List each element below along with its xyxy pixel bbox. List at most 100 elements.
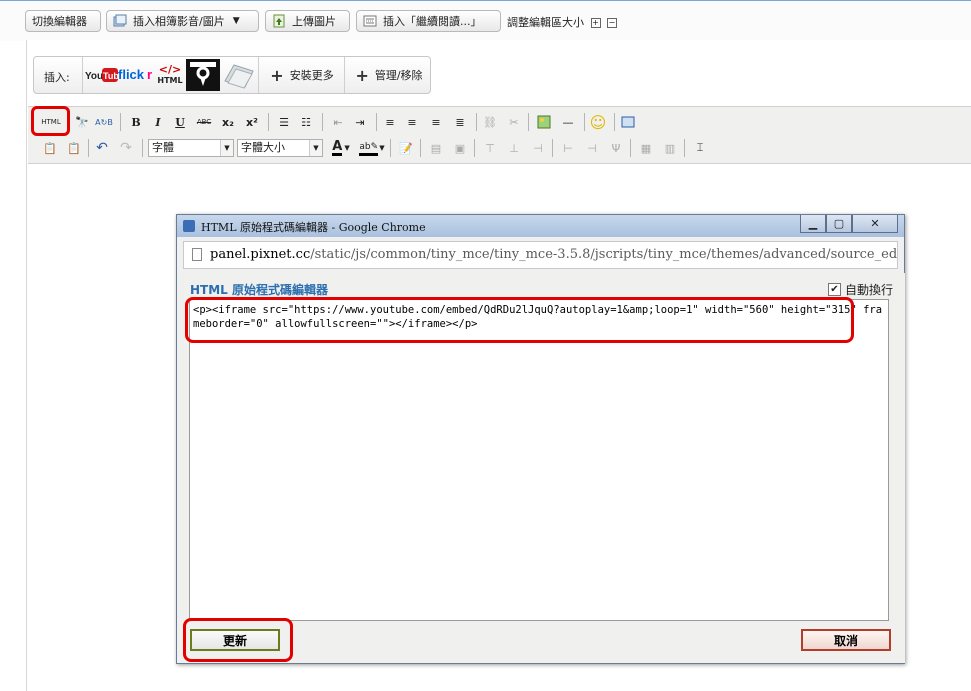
italic-button[interactable]: I [148, 112, 168, 132]
html-button-highlight [31, 106, 70, 136]
divider [474, 139, 475, 157]
emoticon-button[interactable]: ☺ [588, 112, 608, 132]
undo-icon: ↶ [96, 140, 108, 156]
merge-cells-button[interactable]: ▥ [660, 138, 680, 158]
undo-button[interactable]: ↶ [92, 138, 112, 158]
numbered-list-button[interactable]: ☰ [274, 112, 294, 132]
insert-image-button[interactable] [534, 112, 554, 132]
table-row-props-button[interactable]: ▤ [426, 138, 446, 158]
paste-word-button[interactable]: 📋 [64, 138, 84, 158]
table-cell-props-button[interactable]: ▣ [450, 138, 470, 158]
chrome-icon [183, 220, 195, 232]
fullscreen-button[interactable] [618, 112, 638, 132]
delete-row-icon: ⊣ [533, 141, 543, 155]
divider [268, 113, 269, 131]
close-icon[interactable]: ✕ [852, 215, 898, 233]
paste-text-button[interactable]: 📋 [40, 138, 60, 158]
insert-read-more-button[interactable]: 插入「繼續閱讀...」 [356, 10, 501, 32]
divider [142, 139, 143, 157]
upload-image-button[interactable]: 上傳圖片 [265, 10, 350, 32]
highlight-color-button[interactable]: ab✎ ▼ [358, 138, 386, 158]
word-wrap-checkbox[interactable]: ✔ [827, 283, 841, 296]
upload-icon [272, 14, 286, 28]
replace-button[interactable]: A↻B [94, 112, 114, 132]
expand-icon[interactable]: + [590, 18, 601, 28]
subscript-button[interactable]: x₂ [218, 112, 238, 132]
insert-read-more-label: 插入「繼續閱讀...」 [383, 15, 482, 28]
underline-button[interactable]: U [170, 112, 190, 132]
indent-button[interactable]: ⇥ [350, 112, 370, 132]
maximize-icon[interactable]: ▢ [826, 215, 852, 233]
editor-left-border [26, 40, 27, 691]
insert-row-before-button[interactable]: ⊤ [480, 138, 500, 158]
find-button[interactable]: 🔭 [72, 112, 92, 132]
minimize-icon[interactable]: ▁ [800, 215, 826, 233]
replace-icon: A↻B [95, 117, 113, 127]
cancel-label: 取消 [833, 633, 858, 648]
superscript-button[interactable]: x² [242, 112, 262, 132]
strikethrough-button[interactable]: ABC [194, 112, 214, 132]
redo-button[interactable]: ↷ [116, 138, 136, 158]
insert-label: 插入: [44, 71, 70, 84]
align-left-button[interactable]: ≡ [380, 112, 400, 132]
bold-button[interactable]: B [126, 112, 146, 132]
youtube-plugin-button[interactable]: You Tube [84, 59, 118, 91]
divider [420, 139, 421, 157]
rich-text-toolbar: HTML 🔭 A↻B B I U ABC x₂ x² ☰ ☷ ⇤ ⇥ ≡ ≡ ≡… [28, 106, 971, 164]
bullet-list-button[interactable]: ☷ [296, 112, 316, 132]
align-right-button[interactable]: ≡ [426, 112, 446, 132]
horizontal-rule-button[interactable]: — [558, 112, 578, 132]
delete-row-button[interactable]: ⊣ [528, 138, 548, 158]
divider [584, 113, 585, 131]
cancel-button[interactable]: 取消 [801, 629, 891, 651]
photo-stack-icon [224, 64, 254, 89]
html-code-textarea[interactable]: <p><iframe src="https://www.youtube.com/… [189, 299, 889, 621]
align-justify-button[interactable]: ≣ [450, 112, 470, 132]
insert-album-button[interactable]: 插入相簿影音/圖片 ▼ [106, 10, 259, 32]
word-wrap-option[interactable]: ✔ 自動換行 [827, 281, 893, 298]
divider [258, 57, 259, 93]
link-button[interactable]: ⛓ [480, 112, 500, 132]
collapse-icon[interactable]: − [607, 18, 617, 28]
flickr-icon: flick r [118, 67, 152, 82]
insert-col-after-button[interactable]: ⊣ [582, 138, 602, 158]
text-color-button[interactable]: A ▼ [328, 138, 354, 158]
flickr-plugin-button[interactable]: flick r [118, 59, 153, 91]
map-plugin-button[interactable] [186, 59, 220, 91]
split-cells-button[interactable]: ▦ [636, 138, 656, 158]
insert-album-label: 插入相簿影音/圖片 [133, 15, 225, 28]
delete-col-icon: Ψ [611, 141, 621, 155]
table-row-icon: ▤ [430, 141, 442, 155]
switch-editor-button[interactable]: 切換編輯器 [25, 10, 101, 32]
bullet-list-icon: ☷ [301, 115, 311, 129]
chevron-down-icon: ▼ [220, 140, 233, 156]
album-icon [113, 14, 127, 28]
insert-col-before-button[interactable]: ⊢ [558, 138, 578, 158]
html-plugin-button[interactable]: </> HTML [154, 59, 186, 91]
switch-editor-label: 切換編輯器 [32, 15, 87, 28]
html-source-dialog: HTML 原始程式碼編輯器 - Google Chrome ▁ ▢ ✕ pane… [176, 214, 905, 664]
align-center-button[interactable]: ≡ [402, 112, 422, 132]
page-break-button[interactable]: ⌶ [690, 138, 710, 158]
insert-row-after-button[interactable]: ⊥ [504, 138, 524, 158]
font-family-select[interactable]: 字體 ▼ [148, 139, 234, 157]
edit-style-button[interactable]: 📝 [396, 138, 416, 158]
paste-text-icon: 📋 [43, 141, 57, 155]
manage-remove-label: 管理/移除 [374, 69, 423, 82]
unlink-button[interactable]: ✂ [504, 112, 524, 132]
bold-label: B [131, 115, 141, 129]
manage-remove-button[interactable]: + 管理/移除 [350, 59, 428, 91]
address-url: panel.pixnet.cc/static/js/common/tiny_mc… [210, 247, 897, 262]
address-bar[interactable]: panel.pixnet.cc/static/js/common/tiny_mc… [183, 241, 898, 269]
svg-text:Tube: Tube [103, 71, 118, 81]
gallery-plugin-button[interactable] [221, 59, 257, 91]
font-size-select[interactable]: 字體大小 ▼ [237, 139, 323, 157]
superscript-label: x² [246, 115, 258, 129]
delete-col-button[interactable]: Ψ [606, 138, 626, 158]
outdent-button[interactable]: ⇤ [328, 112, 348, 132]
dialog-title-bar[interactable]: HTML 原始程式碼編輯器 - Google Chrome ▁ ▢ ✕ [177, 215, 904, 237]
editor-top-bar: 切換編輯器 插入相簿影音/圖片 ▼ 上傳圖片 插入「繼續閱讀...」 調整編輯區… [0, 0, 971, 41]
install-more-button[interactable]: + 安裝更多 [262, 59, 342, 91]
divider [476, 113, 477, 131]
chevron-down-icon: ▼ [379, 144, 385, 152]
